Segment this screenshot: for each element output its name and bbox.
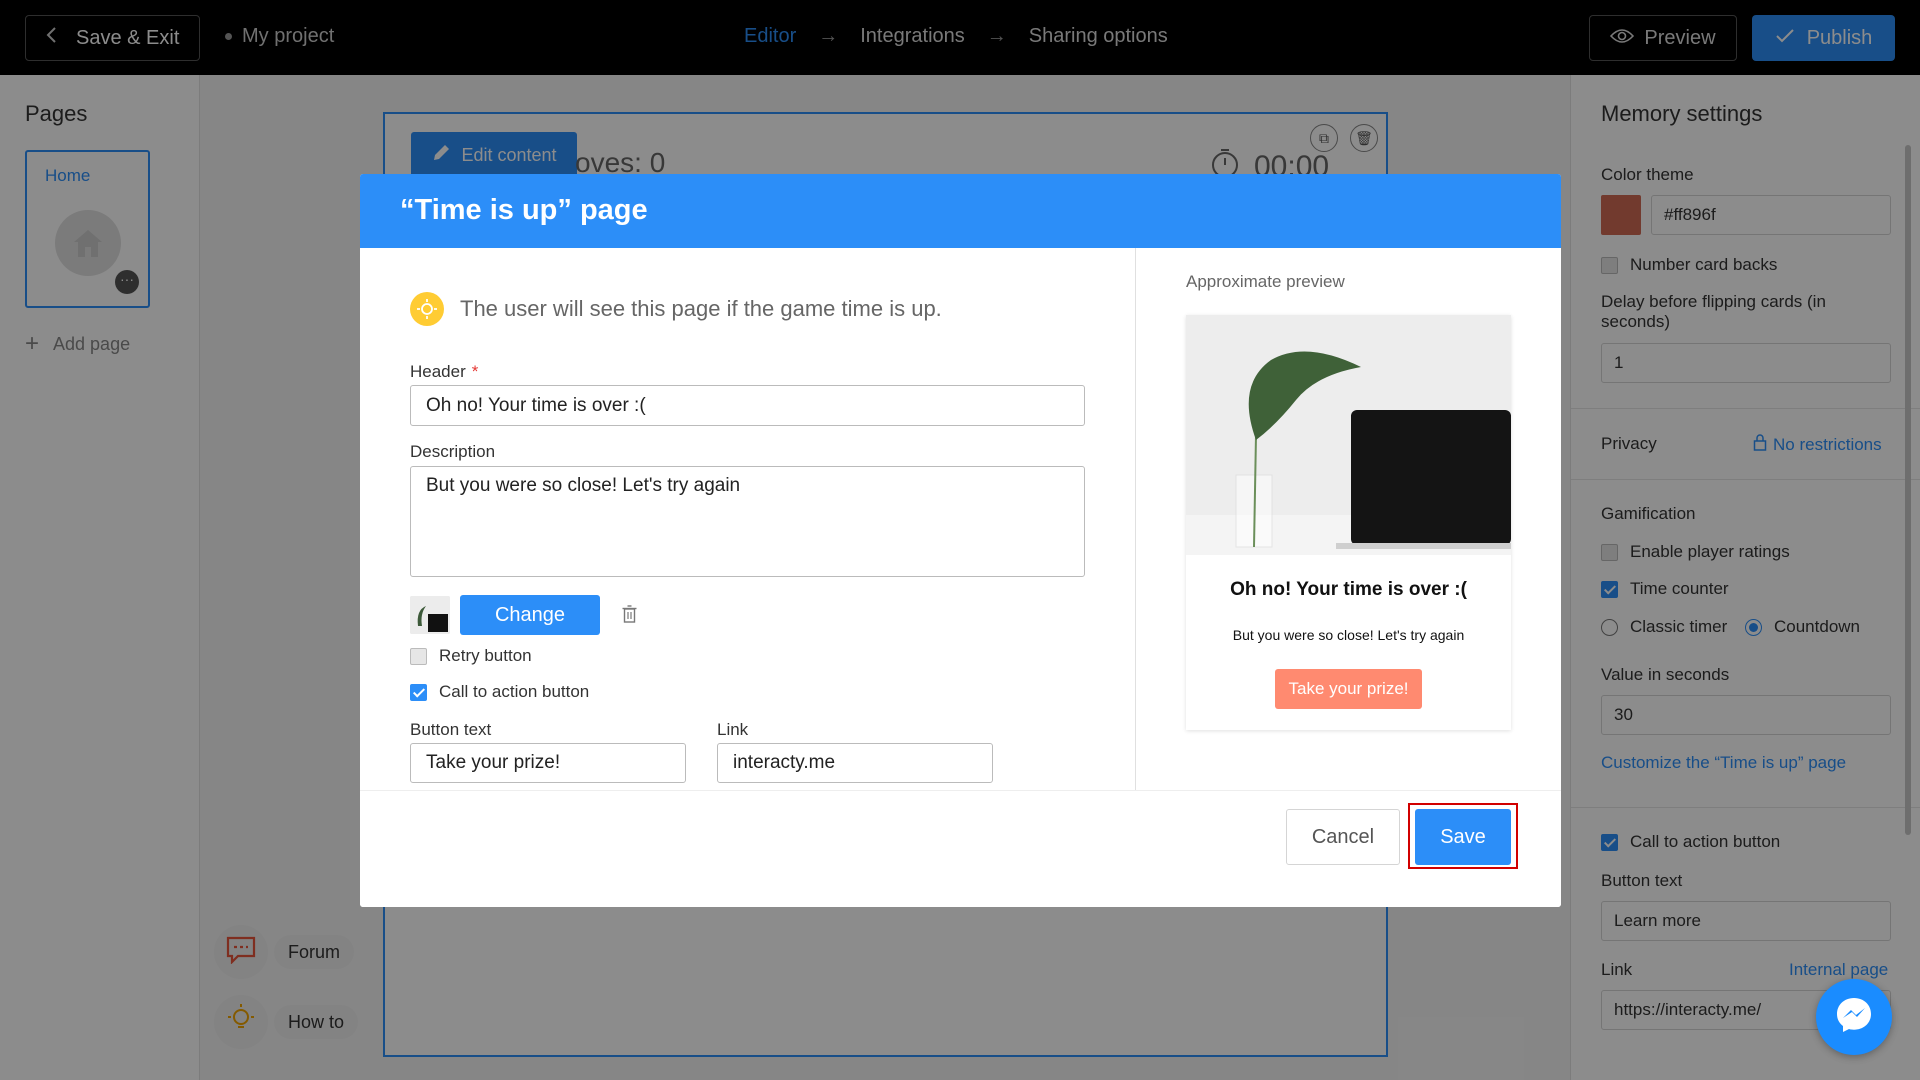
header-label-text: Header bbox=[410, 362, 466, 381]
header-label: Header * bbox=[410, 362, 478, 382]
image-thumbnail bbox=[410, 596, 450, 634]
info-row: The user will see this page if the game … bbox=[410, 292, 942, 326]
link-input[interactable]: interacty.me bbox=[717, 743, 993, 783]
time-up-page-dialog: “Time is up” page The user will see this… bbox=[360, 174, 1561, 907]
bulb-icon bbox=[410, 292, 444, 326]
dialog-title: “Time is up” page bbox=[400, 194, 648, 226]
description-textarea[interactable]: But you were so close! Let's try again bbox=[410, 466, 1085, 577]
preview-card: Oh no! Your time is over :( But you were… bbox=[1186, 315, 1511, 730]
preview-label: Approximate preview bbox=[1186, 272, 1345, 291]
description-label: Description bbox=[410, 442, 496, 461]
dialog-footer: Cancel Save bbox=[360, 790, 1561, 907]
checkbox-box bbox=[410, 647, 427, 665]
header-input[interactable]: Oh no! Your time is over :( bbox=[410, 385, 1085, 426]
cta-button-checkbox[interactable]: Call to action button bbox=[410, 682, 589, 702]
required-mark: * bbox=[471, 362, 479, 381]
dialog-header: “Time is up” page bbox=[360, 174, 1561, 248]
info-text: The user will see this page if the game … bbox=[460, 296, 942, 321]
link-label: Link bbox=[717, 720, 749, 739]
messenger-chat-button[interactable] bbox=[1816, 979, 1892, 1055]
button-text-label: Button text bbox=[410, 720, 492, 739]
retry-label: Retry button bbox=[439, 646, 532, 665]
button-text-input[interactable]: Take your prize! bbox=[410, 743, 686, 783]
cta-label: Call to action button bbox=[439, 682, 590, 701]
preview-image bbox=[1186, 315, 1511, 555]
save-button[interactable]: Save bbox=[1415, 809, 1511, 865]
messenger-icon bbox=[1834, 995, 1874, 1040]
preview-header: Oh no! Your time is over :( bbox=[1230, 579, 1467, 600]
preview-pane: Approximate preview Oh no! Your time is … bbox=[1136, 248, 1561, 790]
checkbox-box bbox=[410, 683, 427, 701]
preview-cta-button: Take your prize! bbox=[1275, 669, 1422, 709]
change-image-button[interactable]: Change bbox=[460, 595, 600, 635]
cancel-button[interactable]: Cancel bbox=[1286, 809, 1400, 865]
retry-button-checkbox[interactable]: Retry button bbox=[410, 646, 532, 666]
dialog-form: The user will see this page if the game … bbox=[360, 248, 1136, 790]
trash-icon[interactable] bbox=[622, 605, 637, 628]
preview-description: But you were so close! Let's try again bbox=[1232, 627, 1465, 643]
